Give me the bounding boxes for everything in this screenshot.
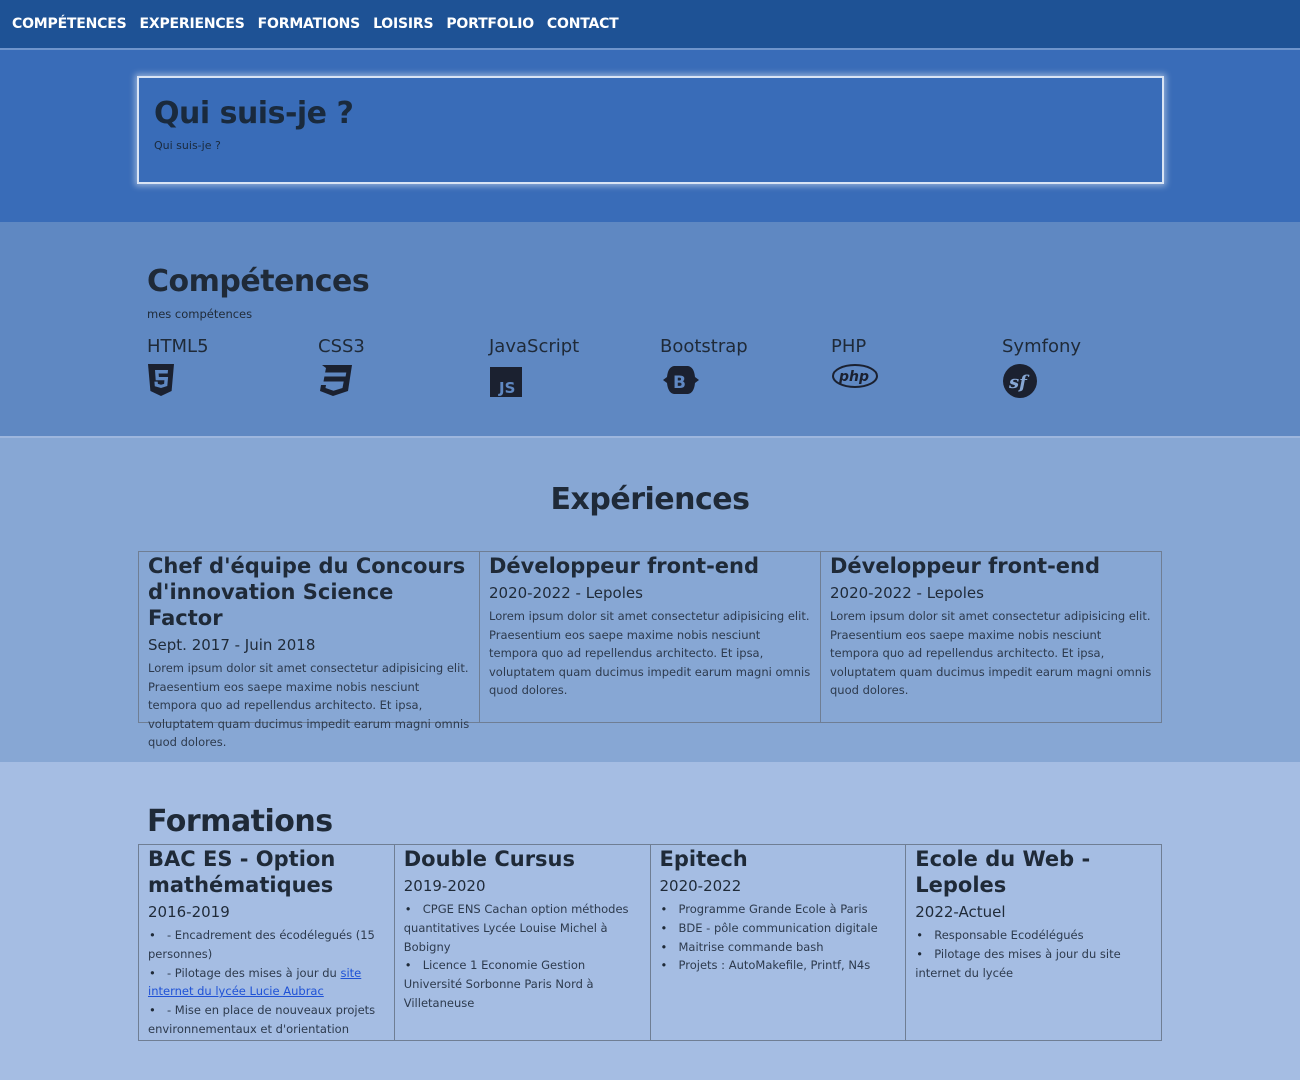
symfony-icon: sf	[1002, 363, 1173, 401]
experience-description: Lorem ipsum dolor sit amet consectetur a…	[489, 609, 811, 697]
skills-list: HTML5 CSS3 JavaScript JS Bootstrap B PHP	[147, 336, 1173, 401]
skills-section: Compétences mes compétences HTML5 CSS3 J…	[0, 222, 1300, 438]
php-icon: php	[831, 363, 1002, 401]
nav-link-portfolio[interactable]: PORTFOLIO	[446, 16, 534, 32]
css3-icon	[318, 363, 489, 401]
skill-name: PHP	[831, 336, 867, 357]
experience-description: Lorem ipsum dolor sit amet consectetur a…	[148, 661, 470, 749]
formation-card: Ecole du Web - Lepoles 2022-Actuel Respo…	[906, 845, 1161, 1040]
svg-text:sf: sf	[1008, 372, 1030, 393]
formation-list: Responsable Ecodélégués Pilotage des mis…	[915, 926, 1152, 982]
formation-title: Double Cursus	[403, 847, 576, 871]
formation-date: 2019-2020	[403, 877, 486, 895]
top-navbar: COMPÉTENCES EXPERIENCES FORMATIONS LOISI…	[0, 0, 1300, 50]
formations-grid: BAC ES - Option mathématiques 2016-2019 …	[138, 844, 1162, 1041]
formation-title: Ecole du Web - Lepoles	[915, 847, 1091, 897]
experiences-grid: Chef d'équipe du Concours d'innovation S…	[138, 551, 1162, 749]
experience-date: Sept. 2017 - Juin 2018	[148, 636, 316, 654]
skills-subtitle: mes compétences	[147, 307, 253, 321]
skill-name: CSS3	[318, 336, 365, 357]
experience-title: Chef d'équipe du Concours d'innovation S…	[148, 554, 466, 630]
svg-text:php: php	[838, 369, 869, 385]
skill-item: CSS3	[318, 336, 489, 401]
html5-icon	[147, 363, 318, 401]
formation-card: Epitech 2020-2022 Programme Grande Ecole…	[651, 845, 907, 1040]
experience-title: Développeur front-end	[830, 554, 1101, 578]
experience-date: 2020-2022 - Lepoles	[830, 584, 984, 602]
formations-title: Formations	[147, 804, 333, 839]
nav-link-experiences[interactable]: EXPERIENCES	[139, 16, 244, 32]
skills-title: Compétences	[147, 264, 370, 299]
experience-date: 2020-2022 - Lepoles	[489, 584, 643, 602]
formation-date: 2022-Actuel	[915, 903, 1006, 921]
nav-link-formations[interactable]: FORMATIONS	[258, 16, 361, 32]
formation-list: CPGE ENS Cachan option méthodes quantita…	[404, 900, 641, 1013]
formation-title: BAC ES - Option mathématiques	[148, 847, 336, 897]
list-item: Pilotage des mises à jour du site intern…	[915, 945, 1152, 983]
experiences-title: Expériences	[550, 482, 750, 517]
skill-name: Symfony	[1002, 336, 1082, 357]
list-item: Responsable Ecodélégués	[915, 926, 1152, 945]
javascript-icon: JS	[489, 363, 660, 401]
list-item: BDE - pôle communication digitale	[660, 919, 897, 938]
list-item: - Encadrement des écodélegués (15 person…	[148, 926, 385, 964]
skill-name: JavaScript	[489, 336, 580, 357]
skill-item: JavaScript JS	[489, 336, 660, 401]
formation-date: 2020-2022	[659, 877, 742, 895]
list-item: CPGE ENS Cachan option méthodes quantita…	[404, 900, 641, 956]
list-item-text: - Pilotage des mises à jour du	[167, 965, 341, 980]
list-item: Licence 1 Economie Gestion Université So…	[404, 956, 641, 1012]
formation-list: Programme Grande Ecole à Paris BDE - pôl…	[660, 900, 897, 975]
skill-item: PHP php	[831, 336, 1002, 401]
experience-card: Chef d'équipe du Concours d'innovation S…	[139, 552, 480, 749]
bootstrap-icon: B	[660, 363, 831, 401]
list-item: - Mise en place de nouveaux projets envi…	[148, 1001, 385, 1039]
nav-link-loisirs[interactable]: LOISIRS	[373, 16, 433, 32]
svg-text:JS: JS	[498, 379, 515, 397]
experience-description: Lorem ipsum dolor sit amet consectetur a…	[830, 609, 1152, 697]
svg-text:B: B	[673, 373, 686, 393]
list-item: Programme Grande Ecole à Paris	[660, 900, 897, 919]
formation-title: Epitech	[659, 847, 748, 871]
formation-card: BAC ES - Option mathématiques 2016-2019 …	[139, 845, 395, 1040]
experiences-section: Expériences Chef d'équipe du Concours d'…	[0, 438, 1300, 762]
nav-link-contact[interactable]: CONTACT	[547, 16, 619, 32]
skill-name: Bootstrap	[660, 336, 748, 357]
hero-section: Qui suis-je ? Qui suis-je ?	[0, 50, 1300, 222]
hero-title: Qui suis-je ?	[154, 96, 354, 131]
list-item: - Pilotage des mises à jour du site inte…	[148, 964, 385, 1002]
experience-card: Développeur front-end 2020-2022 - Lepole…	[480, 552, 821, 722]
formation-card: Double Cursus 2019-2020 CPGE ENS Cachan …	[395, 845, 651, 1040]
skill-item: HTML5	[147, 336, 318, 401]
skill-item: Symfony sf	[1002, 336, 1173, 401]
experience-card: Développeur front-end 2020-2022 - Lepole…	[821, 552, 1161, 722]
nav-link-competences[interactable]: COMPÉTENCES	[12, 16, 127, 32]
experience-title: Développeur front-end	[489, 554, 760, 578]
formation-list: - Encadrement des écodélegués (15 person…	[148, 926, 385, 1039]
skill-name: HTML5	[147, 336, 209, 357]
hero-subtitle: Qui suis-je ?	[154, 139, 221, 152]
list-item: Maitrise commande bash	[660, 938, 897, 957]
skill-item: Bootstrap B	[660, 336, 831, 401]
hero-box: Qui suis-je ? Qui suis-je ?	[137, 76, 1164, 184]
list-item: Projets : AutoMakefile, Printf, N4s	[660, 956, 897, 975]
formation-date: 2016-2019	[148, 903, 230, 921]
formations-section: Formations BAC ES - Option mathématiques…	[0, 762, 1300, 1080]
